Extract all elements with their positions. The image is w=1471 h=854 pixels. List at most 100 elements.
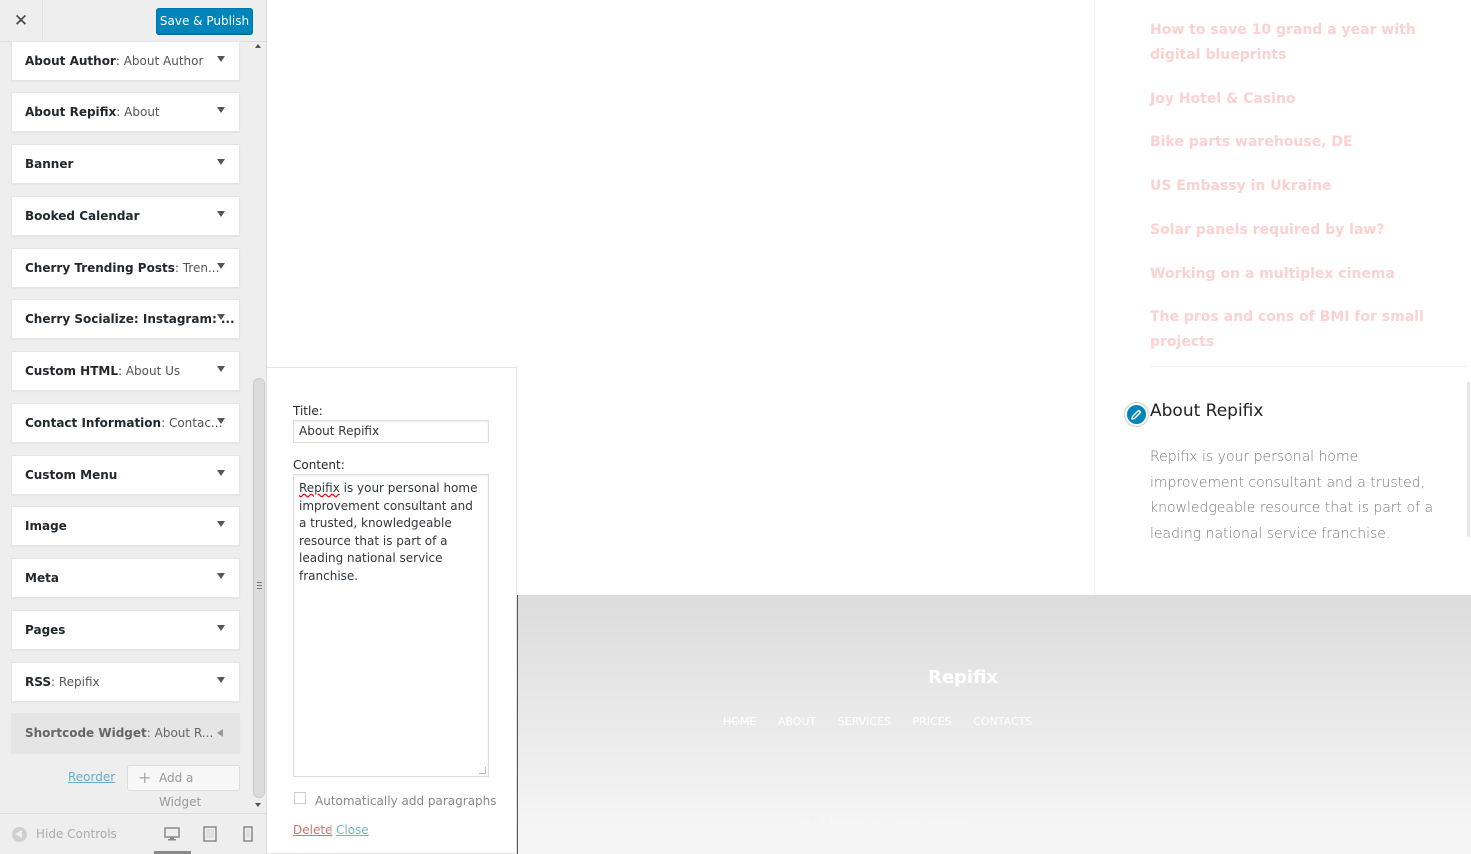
widget-name: Shortcode Widget (25, 726, 147, 740)
widget-item-about-author[interactable]: About Author: About Author (11, 41, 240, 81)
column-divider (1094, 0, 1095, 595)
widget-item-shortcode-widget[interactable]: Shortcode Widget: About R... (11, 713, 240, 753)
link-separator: | (329, 823, 334, 837)
footer-nav-home[interactable]: HOME (723, 715, 756, 728)
footer-nav-prices[interactable]: PRICES (913, 715, 952, 728)
widget-item-contact-information[interactable]: Contact Information: Contac... (11, 403, 240, 443)
resize-handle[interactable] (479, 767, 486, 774)
sidebar-scrollbar[interactable] (253, 42, 266, 810)
scrollbar-thumb[interactable] (253, 378, 265, 798)
autop-checkbox[interactable] (294, 792, 306, 804)
arrow-down-icon[interactable] (217, 366, 225, 372)
widget-title: Shortcode Widget: About R... (25, 714, 213, 753)
scroll-down-icon[interactable] (255, 803, 261, 807)
arrow-down-icon[interactable] (217, 573, 225, 579)
recent-post-link[interactable]: US Embassy in Ukraine (1150, 174, 1460, 199)
footer-nav-contacts[interactable]: CONTACTS (973, 715, 1032, 728)
widget-item-meta[interactable]: Meta (11, 558, 240, 598)
title-label: Title: (293, 404, 323, 418)
delete-link[interactable]: Delete (293, 823, 332, 837)
mobile-preview-icon[interactable] (240, 826, 256, 842)
widget-subtitle: : Repifix (51, 675, 100, 689)
widget-item-custom-menu[interactable]: Custom Menu (11, 455, 240, 495)
customizer-header: ✕ Save & Publish (0, 0, 266, 42)
widget-title: Contact Information: Contac... (25, 404, 222, 443)
customizer-footer: Hide Controls (0, 813, 266, 854)
content-textarea[interactable]: Repifix is your personal home improvemen… (293, 474, 489, 777)
recent-post-link[interactable]: Joy Hotel & Casino (1150, 87, 1460, 112)
customizer-sidebar: ✕ Save & Publish About Author: About Aut… (0, 0, 267, 854)
scroll-up-icon[interactable] (255, 44, 261, 48)
widget-subtitle: : About Author (115, 54, 204, 68)
footer-brand[interactable]: Repifix (834, 667, 1092, 688)
widget-title: Meta (25, 559, 59, 598)
arrow-down-icon[interactable] (217, 56, 225, 62)
tablet-preview-icon[interactable] (202, 826, 218, 842)
widget-title: Image (25, 507, 67, 546)
recent-post-link[interactable]: The pros and cons of BMI for small proje… (1150, 305, 1460, 355)
arrow-down-icon[interactable] (217, 107, 225, 113)
add-widget-button[interactable]: + Add a Widget (127, 765, 240, 809)
arrow-left-icon[interactable] (217, 729, 223, 737)
title-input[interactable]: About Repifix (293, 420, 489, 443)
widget-item-cherry-socialize[interactable]: Cherry Socialize: Instagram: ... (11, 299, 240, 339)
widget-item-custom-html[interactable]: Custom HTML: About Us (11, 351, 240, 391)
divider (1150, 366, 1467, 367)
widget-name: About Repifix (25, 105, 117, 119)
widget-subtitle: : About Us (117, 364, 181, 378)
widget-title: Pages (25, 611, 65, 650)
misspelled-word: Repifix (299, 481, 340, 495)
plus-icon: + (138, 768, 152, 787)
recent-post-link[interactable]: Working on a multiplex cinema (1150, 262, 1460, 287)
hide-controls-label: Hide Controls (36, 827, 117, 841)
widget-title: Booked Calendar (25, 197, 140, 236)
widget-title: About Repifix: About (25, 93, 160, 132)
preview-scrollbar[interactable] (1467, 382, 1470, 537)
widget-title: RSS: Repifix (25, 663, 100, 702)
arrow-down-icon[interactable] (217, 625, 225, 631)
recent-post-link[interactable]: How to save 10 grand a year with digital… (1150, 18, 1460, 68)
widget-title: About Author: About Author (25, 42, 203, 81)
close-link[interactable]: Close (336, 823, 369, 837)
widget-item-about-repifix[interactable]: About Repifix: About (11, 92, 240, 132)
arrow-down-icon[interactable] (217, 314, 225, 320)
recent-post-link[interactable]: Solar panels required by law? (1150, 218, 1460, 243)
edit-shortcut-button[interactable] (1125, 403, 1148, 426)
widget-name: Cherry Socialize: Instagram: ... (25, 312, 235, 326)
widget-item-booked-calendar[interactable]: Booked Calendar (11, 196, 240, 236)
arrow-down-icon[interactable] (217, 263, 225, 269)
arrow-down-icon[interactable] (217, 211, 225, 217)
reorder-link[interactable]: Reorder (68, 770, 115, 784)
widget-item-banner[interactable]: Banner (11, 144, 240, 184)
widget-name: Contact Information (25, 416, 162, 430)
footer-copyright: © 2017 Repifix. All rights reserved. (783, 817, 978, 830)
widget-heading: About Repifix (1150, 401, 1264, 421)
widget-name: Custom HTML (25, 364, 118, 378)
content-text: is your personal home improvement consul… (299, 481, 478, 583)
widget-title: Custom Menu (25, 456, 117, 495)
grip-icon (257, 582, 262, 589)
arrow-down-icon[interactable] (217, 470, 225, 476)
widget-title: Cherry Socialize: Instagram: ... (25, 300, 235, 339)
widget-item-image[interactable]: Image (11, 506, 240, 546)
save-publish-button[interactable]: Save & Publish (156, 8, 253, 34)
widget-name: Booked Calendar (25, 209, 140, 223)
footer-nav-about[interactable]: ABOUT (778, 715, 816, 728)
widget-item-pages[interactable]: Pages (11, 610, 240, 650)
arrow-down-icon[interactable] (217, 521, 225, 527)
arrow-down-icon[interactable] (217, 418, 225, 424)
footer-nav-services[interactable]: SERVICES (838, 715, 891, 728)
widget-item-cherry-trending-posts[interactable]: Cherry Trending Posts: Tren... (11, 248, 240, 288)
widget-title: Cherry Trending Posts: Tren... (25, 249, 219, 288)
widget-item-rss[interactable]: RSS: Repifix (11, 662, 240, 702)
arrow-down-icon[interactable] (217, 159, 225, 165)
desktop-preview-icon[interactable] (164, 826, 180, 842)
widget-subtitle: : About (116, 105, 160, 119)
collapse-icon (12, 827, 27, 842)
widget-name: Custom Menu (25, 468, 118, 482)
arrow-down-icon[interactable] (217, 677, 225, 683)
close-icon[interactable]: ✕ (0, 0, 43, 42)
pencil-icon (1131, 409, 1142, 420)
recent-post-link[interactable]: Bike parts warehouse, DE (1150, 130, 1460, 155)
widget-subtitle: : About R... (146, 726, 214, 740)
